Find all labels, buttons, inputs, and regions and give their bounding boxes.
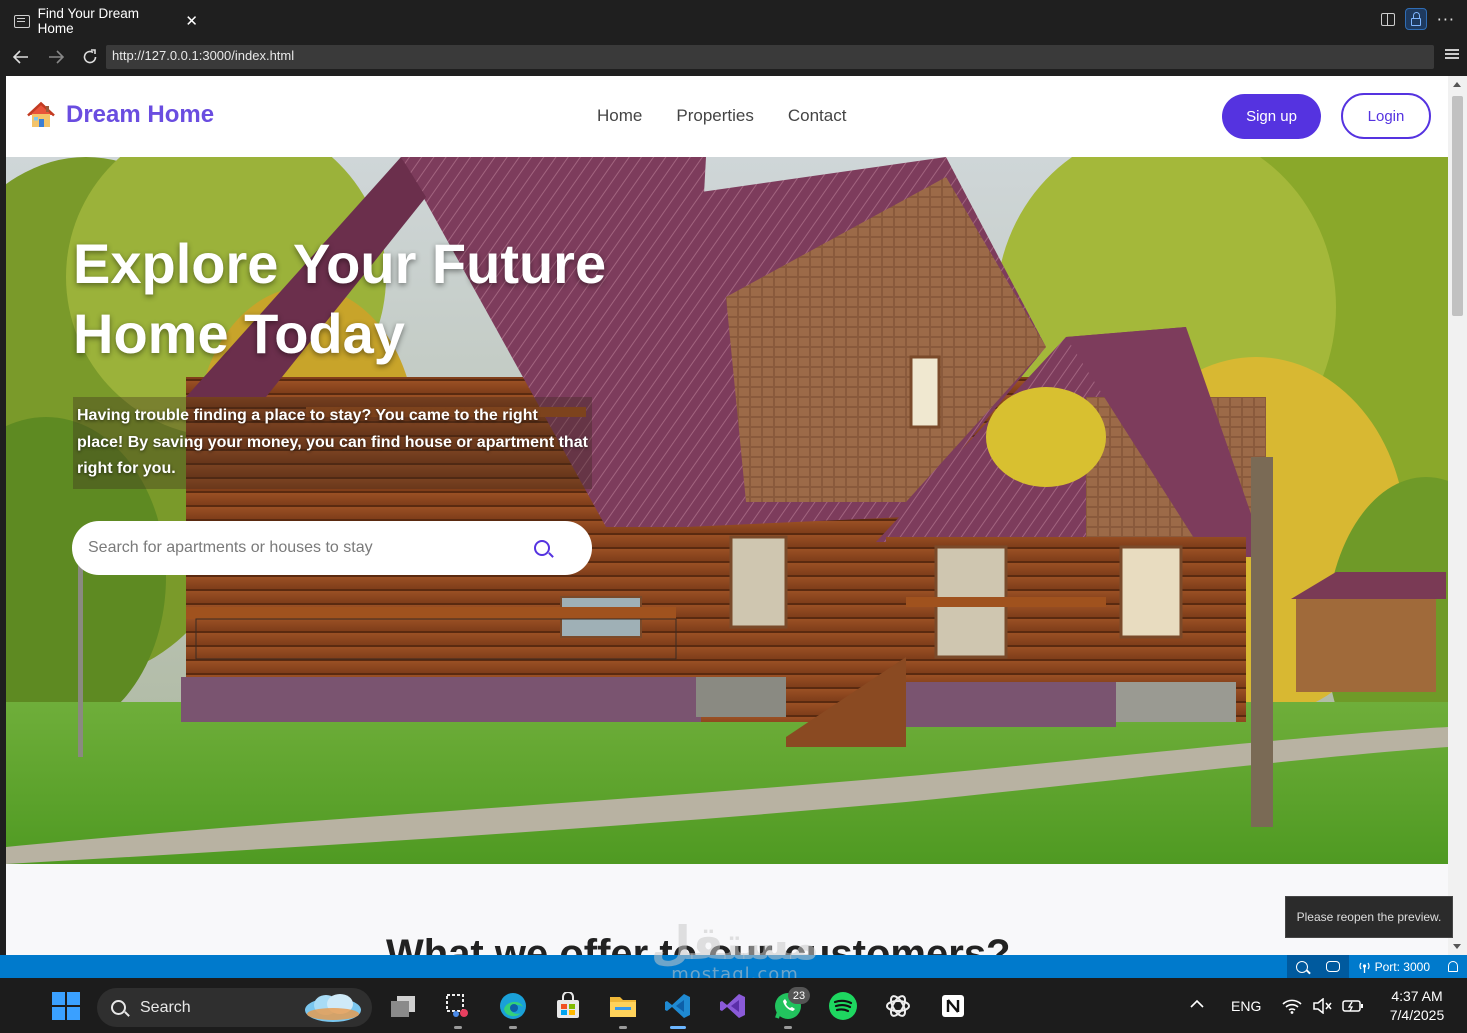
split-editor-icon[interactable]: [1380, 12, 1395, 26]
start-button[interactable]: [50, 990, 82, 1022]
scroll-down-arrow-icon[interactable]: [1453, 944, 1461, 949]
bell-icon: [1448, 961, 1458, 972]
broadcast-icon: [1358, 962, 1370, 973]
language-indicator[interactable]: ENG: [1231, 998, 1261, 1014]
page-scrollbar[interactable]: [1448, 76, 1467, 955]
show-hidden-icons-chevron-icon[interactable]: [1189, 996, 1205, 1012]
vscode-icon[interactable]: [662, 990, 694, 1022]
statusbar-right: Port: 3000: [1286, 955, 1467, 978]
whatsapp-running-indicator: [784, 1026, 792, 1029]
chatgpt-icon[interactable]: [882, 990, 914, 1022]
hero-title: Explore Your Future Home Today: [73, 232, 607, 365]
snipping-tool-icon[interactable]: [442, 990, 474, 1022]
reload-icon[interactable]: [77, 44, 103, 70]
taskbar-search-label: Search: [140, 998, 191, 1016]
nav-link-properties[interactable]: Properties: [676, 106, 753, 126]
file-explorer-icon[interactable]: [607, 990, 639, 1022]
edge-browser-icon[interactable]: [497, 990, 529, 1022]
port-status[interactable]: Port: 3000: [1349, 955, 1439, 978]
scroll-up-arrow-icon[interactable]: [1453, 82, 1461, 87]
hero-search-box: [72, 521, 592, 575]
search-input[interactable]: [88, 539, 534, 557]
spotify-icon[interactable]: [827, 990, 859, 1022]
zoom-icon: [1295, 960, 1308, 973]
vscode-active-indicator: [670, 1026, 686, 1029]
store-icon[interactable]: [552, 990, 584, 1022]
forward-arrow-icon[interactable]: [43, 44, 69, 70]
edge-running-indicator: [509, 1026, 517, 1029]
nav-link-contact[interactable]: Contact: [788, 106, 847, 126]
search-icon: [111, 1000, 126, 1015]
windows-taskbar: Search 23 ENG 4:37 AM 7/4/2025: [0, 978, 1467, 1033]
system-clock[interactable]: 4:37 AM 7/4/2025: [1378, 987, 1456, 1025]
search-icon[interactable]: [534, 540, 550, 556]
logo-text: Dream Home: [66, 101, 215, 128]
tab-title: Find Your Dream Home: [37, 6, 139, 36]
volume-muted-icon[interactable]: [1312, 997, 1332, 1017]
explorer-running-indicator: [619, 1026, 627, 1029]
battery-charging-icon[interactable]: [1342, 998, 1364, 1017]
site-logo[interactable]: Dream Home: [26, 100, 214, 130]
windows-logo-icon: [52, 992, 80, 1020]
more-actions-icon[interactable]: ···: [1437, 10, 1455, 29]
close-tab-icon[interactable]: ✕: [185, 14, 198, 29]
login-button[interactable]: Login: [1341, 93, 1431, 139]
lock-button[interactable]: [1404, 8, 1427, 30]
signup-button[interactable]: Sign up: [1222, 94, 1321, 139]
browser-tab[interactable]: Find Your Dream Home ✕: [6, 4, 206, 38]
zoom-status[interactable]: [1286, 955, 1317, 978]
snipping-running-indicator: [454, 1026, 462, 1029]
clock-time: 4:37 AM: [1391, 988, 1443, 1004]
visual-studio-icon[interactable]: [717, 990, 749, 1022]
house-icon: [27, 101, 55, 127]
scroll-thumb[interactable]: [1452, 96, 1463, 316]
weather-cloud-icon: [305, 994, 361, 1022]
watermark: مستقل mostaql.com: [640, 918, 830, 985]
hero-description: Having trouble finding a place to stay? …: [73, 397, 592, 489]
reopen-preview-toast: Please reopen the preview.: [1285, 896, 1453, 938]
clock-date: 7/4/2025: [1389, 1007, 1445, 1023]
page-viewport: Dream Home Home Properties Contact Sign …: [6, 76, 1448, 955]
main-nav: Home Properties Contact: [597, 106, 846, 126]
site-header: Dream Home Home Properties Contact Sign …: [6, 76, 1448, 157]
copilot-status[interactable]: [1316, 955, 1349, 978]
wifi-icon[interactable]: [1282, 998, 1302, 1017]
browser-navbar: http://127.0.0.1:3000/index.html: [0, 40, 1467, 76]
tabbar-actions: ···: [1380, 8, 1455, 30]
nav-link-home[interactable]: Home: [597, 106, 642, 126]
lock-icon: [1410, 11, 1421, 26]
address-bar[interactable]: http://127.0.0.1:3000/index.html: [106, 45, 1434, 69]
back-arrow-icon[interactable]: [8, 44, 34, 70]
watermark-arabic: مستقل: [650, 916, 820, 970]
task-view-icon[interactable]: [387, 990, 419, 1022]
taskbar-search[interactable]: Search: [97, 988, 372, 1027]
copilot-icon: [1325, 961, 1340, 972]
hamburger-menu-icon[interactable]: [1445, 49, 1459, 51]
browser-tabbar: Find Your Dream Home ✕ ···: [0, 0, 1467, 40]
page-icon: [14, 14, 30, 28]
port-label: Port: 3000: [1374, 959, 1430, 974]
notifications-status[interactable]: [1439, 955, 1467, 978]
hero-section: Explore Your Future Home Today Having tr…: [6, 157, 1448, 864]
notion-icon[interactable]: [937, 990, 969, 1022]
whatsapp-unread-badge: 23: [788, 987, 810, 1004]
